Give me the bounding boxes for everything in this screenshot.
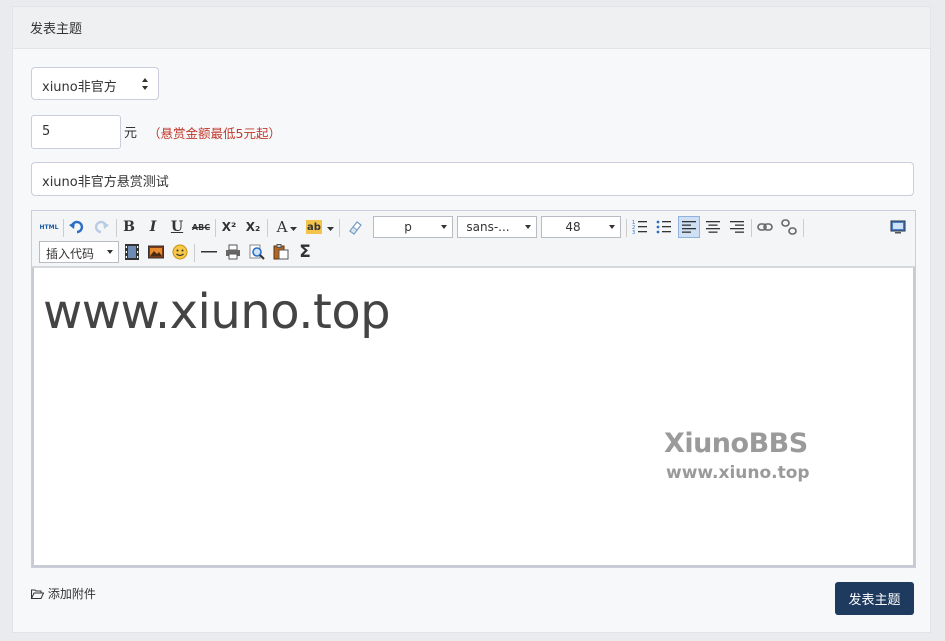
undo-icon[interactable]	[67, 217, 87, 237]
highlight-label: ab	[307, 221, 321, 233]
search-icon[interactable]	[247, 242, 267, 262]
add-attachment-link[interactable]: 添加附件	[31, 585, 96, 602]
editor-content-area[interactable]: www.xiuno.top XiunoBBS www.xiuno.top	[32, 267, 915, 567]
insert-code-select[interactable]: 插入代码	[39, 241, 119, 263]
video-icon[interactable]	[122, 242, 142, 262]
reward-unit: 元	[124, 126, 138, 141]
post-card: 发表主题 xiuno非官方 5 元 （悬赏金额最低5元起） xiuno非官方悬赏…	[12, 6, 931, 633]
highlight-dropdown-icon[interactable]	[325, 219, 335, 239]
highlight-icon[interactable]: ab	[306, 220, 322, 234]
font-size-select-value: 48	[565, 220, 581, 234]
toolbar-separator	[267, 219, 268, 237]
toolbar-separator	[626, 219, 627, 237]
toolbar-separator	[116, 219, 117, 237]
select-arrows-icon	[142, 78, 148, 90]
html-icon[interactable]: HTML	[39, 217, 59, 237]
reward-amount-input[interactable]: 5	[31, 115, 121, 149]
format-select[interactable]: p	[373, 216, 453, 238]
font-color-dropdown-icon[interactable]	[288, 219, 298, 239]
toolbar-separator	[215, 219, 216, 237]
reward-note: （悬赏金额最低5元起）	[148, 126, 281, 141]
print-icon[interactable]	[223, 242, 243, 262]
card-title: 发表主题	[30, 22, 83, 37]
watermark-url: www.xiuno.top	[666, 463, 810, 483]
image-icon[interactable]	[146, 242, 166, 262]
toolbar-separator	[194, 244, 195, 262]
italic-label: I	[149, 219, 157, 235]
ordered-list-icon[interactable]: 123	[630, 217, 650, 237]
card-header: 发表主题	[13, 7, 930, 49]
bold-icon[interactable]: B	[119, 217, 139, 237]
font-family-select-value: sans-...	[466, 220, 510, 234]
subject-input[interactable]: xiuno非官方悬赏测试	[31, 162, 914, 196]
sigma-label: Σ	[299, 242, 311, 262]
subscript-icon[interactable]: X₂	[243, 217, 263, 237]
preview-icon[interactable]	[888, 217, 908, 237]
subscript-label: X₂	[245, 220, 261, 234]
submit-button[interactable]: 发表主题	[835, 582, 914, 615]
toolbar-separator	[751, 219, 752, 237]
formula-icon[interactable]: Σ	[295, 242, 315, 262]
horizontal-rule-icon[interactable]	[199, 242, 219, 262]
add-attachment-label: 添加附件	[47, 587, 96, 601]
superscript-label: X²	[221, 220, 237, 234]
link-icon[interactable]	[755, 217, 775, 237]
font-color-label: A	[276, 218, 288, 236]
chevron-down-icon	[441, 225, 447, 229]
watermark-logo: XiunoBBS	[664, 428, 808, 459]
align-center-icon[interactable]	[703, 217, 723, 237]
font-size-select[interactable]: 48	[541, 216, 621, 238]
superscript-icon[interactable]: X²	[219, 217, 239, 237]
chevron-down-icon	[525, 225, 531, 229]
chevron-down-icon	[107, 250, 113, 254]
bold-label: B	[123, 219, 135, 235]
subject-value: xiuno非官方悬赏测试	[42, 175, 169, 190]
unordered-list-icon[interactable]	[654, 217, 674, 237]
font-family-select[interactable]: sans-...	[457, 216, 537, 238]
align-right-icon[interactable]	[727, 217, 747, 237]
toolbar-separator	[339, 219, 340, 237]
emoji-icon[interactable]	[170, 242, 190, 262]
chevron-down-icon	[609, 225, 615, 229]
eraser-icon[interactable]	[345, 217, 365, 237]
submit-button-label: 发表主题	[848, 593, 901, 608]
paste-icon[interactable]	[271, 242, 291, 262]
rich-text-editor: HTML B I U ABC X² X₂ A ab p sans-... 48 …	[31, 210, 916, 568]
italic-icon[interactable]: I	[143, 217, 163, 237]
underline-icon[interactable]: U	[167, 217, 187, 237]
format-select-value: p	[404, 220, 412, 234]
toolbar-separator	[63, 219, 64, 237]
folder-open-icon	[31, 589, 45, 599]
strike-label: ABC	[191, 222, 211, 232]
forum-select-value: xiuno非官方	[42, 80, 117, 95]
align-left-icon[interactable]	[678, 216, 700, 238]
unlink-icon[interactable]	[779, 217, 799, 237]
reward-amount-value: 5	[42, 124, 51, 139]
strikethrough-icon[interactable]: ABC	[191, 217, 211, 237]
editor-toolbar: HTML B I U ABC X² X₂ A ab p sans-... 48 …	[32, 211, 915, 267]
redo-icon[interactable]	[91, 217, 111, 237]
svg-text:3: 3	[632, 230, 635, 235]
toolbar-separator	[803, 219, 804, 237]
editor-content-text: www.xiuno.top	[43, 284, 391, 340]
underline-label: U	[170, 219, 184, 235]
insert-code-select-value: 插入代码	[45, 247, 94, 261]
html-label: HTML	[39, 223, 59, 231]
forum-select[interactable]: xiuno非官方	[31, 67, 159, 100]
